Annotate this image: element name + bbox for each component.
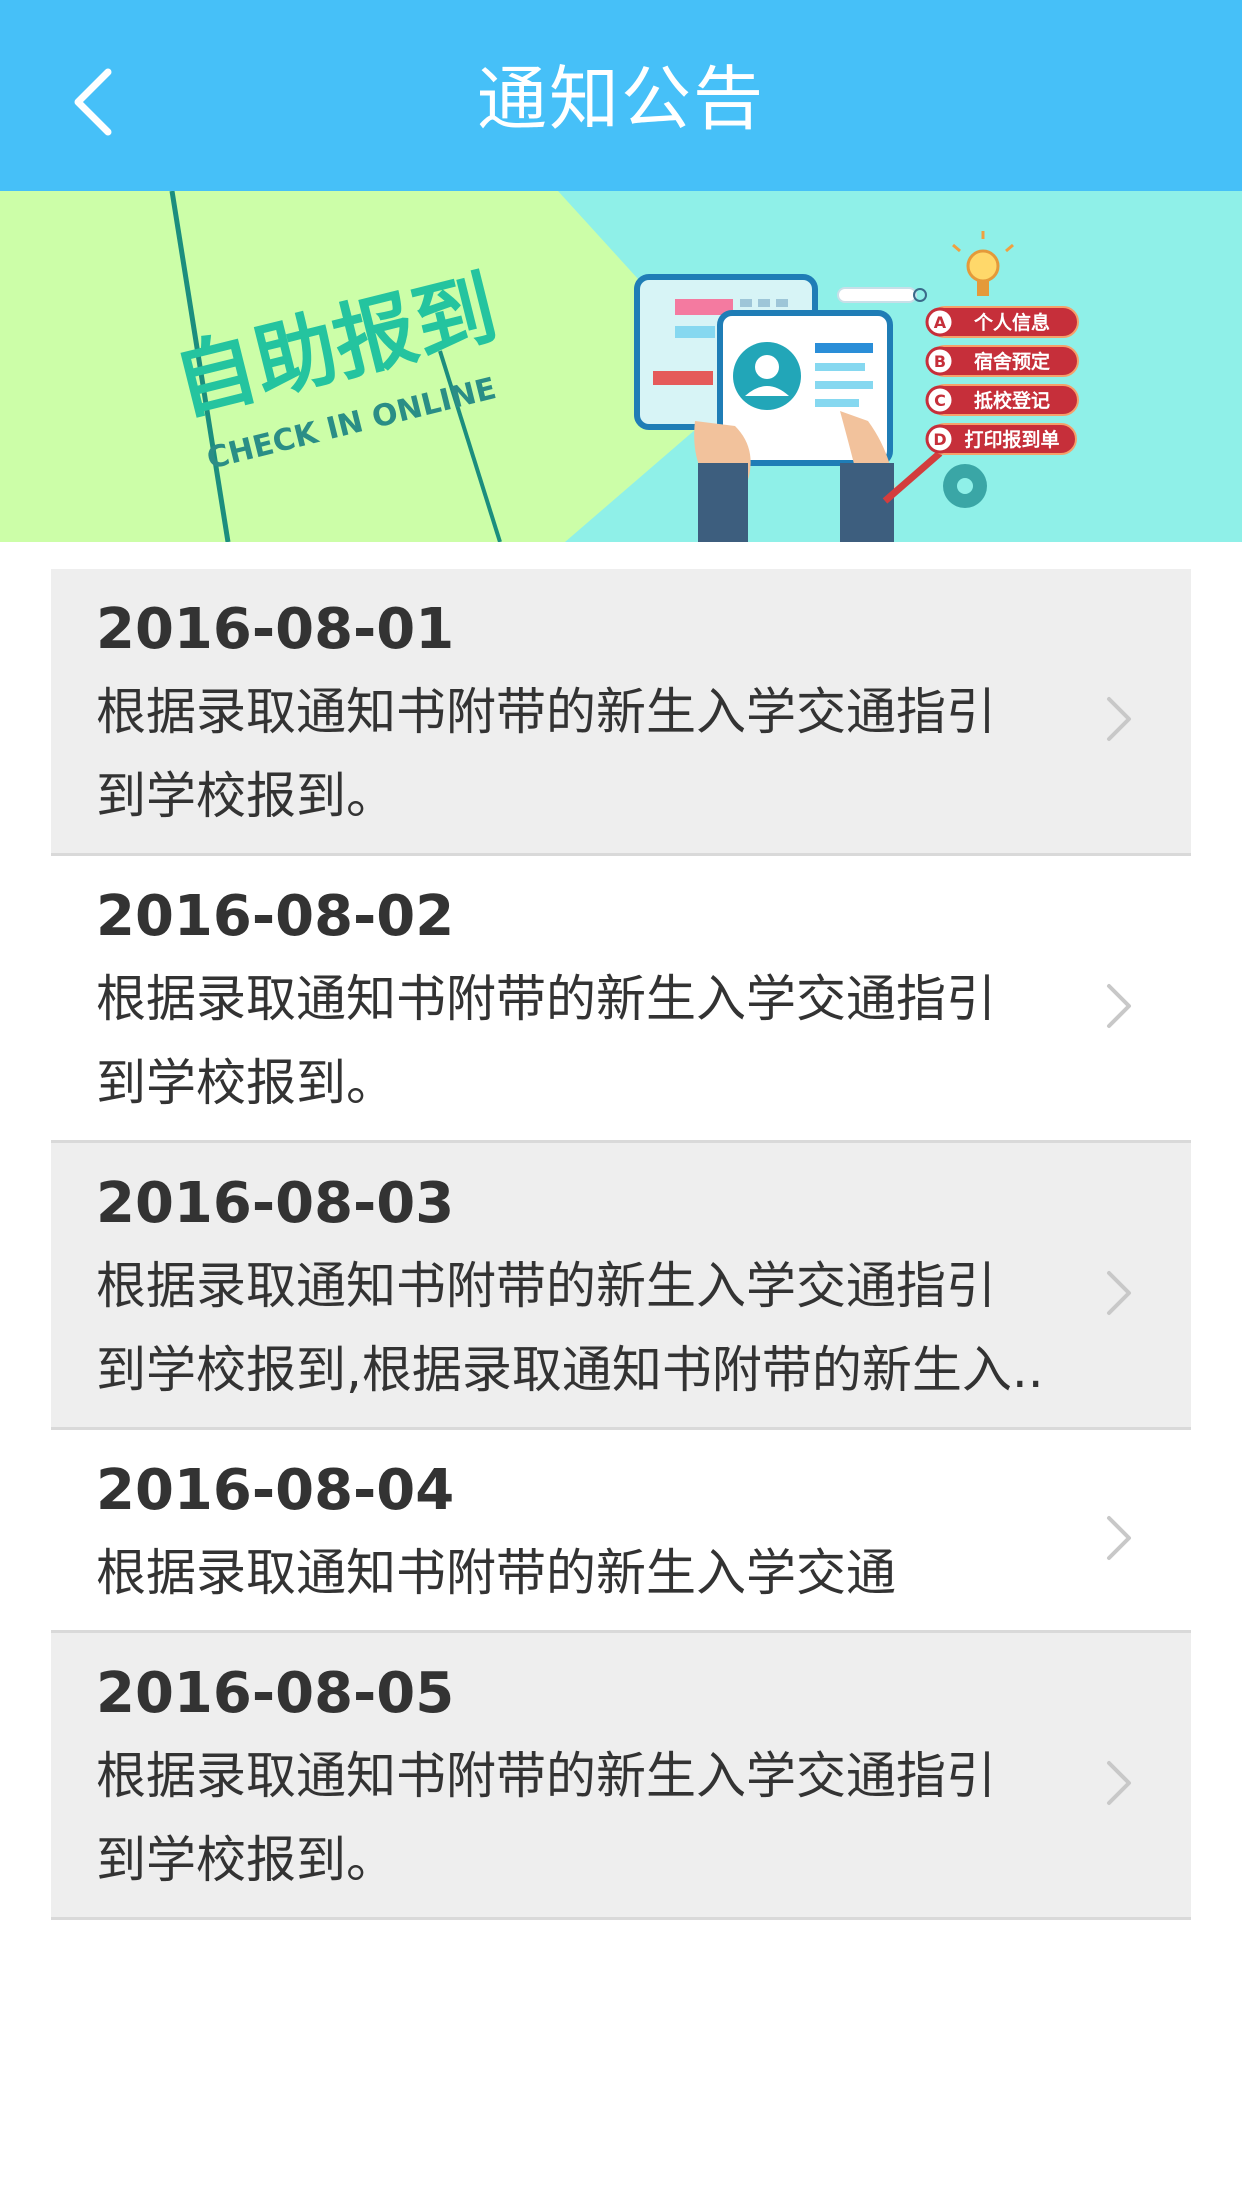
chevron-right-icon (1099, 978, 1139, 1034)
notice-summary-line: 到学校报到。 (96, 1054, 396, 1112)
notice-summary-line: 到学校报到。 (96, 1831, 396, 1889)
banner-step-letter: A (934, 313, 947, 332)
notice-summary: 根据录取通知书附带的新生入学交通 (96, 1531, 1106, 1615)
chevron-right-icon (1099, 691, 1139, 747)
banner-step-label: 打印报到单 (964, 428, 1059, 451)
chevron-right-icon (1099, 1265, 1139, 1321)
banner-step-label: 个人信息 (973, 311, 1050, 334)
notice-date: 2016-08-03 (96, 1171, 455, 1236)
banner-step-label: 宿舍预定 (974, 350, 1050, 373)
notice-summary-line: 根据录取通知书附带的新生入学交通指引 (96, 1747, 996, 1805)
page-title: 通知公告 (477, 58, 765, 140)
notice-item[interactable]: 2016-08-05 根据录取通知书附带的新生入学交通指引 到学校报到。 (51, 1633, 1191, 1920)
chevron-right-icon (1099, 1755, 1139, 1811)
notice-item[interactable]: 2016-08-03 根据录取通知书附带的新生入学交通指引 到学校报到,根据录取通知… (51, 1143, 1191, 1430)
notice-summary-line: 根据录取通知书附带的新生入学交通 (96, 1544, 896, 1602)
nav-header: 通知公告 (0, 0, 1242, 191)
notice-summary-line: 到学校报到。 (96, 767, 396, 825)
banner-step-letter: C (934, 391, 946, 410)
notice-summary: 根据录取通知书附带的新生入学交通指引 到学校报到。 (96, 670, 1106, 838)
banner-step: C 抵校登记 (925, 384, 1079, 416)
banner-illustration: 自助报到 CHECK IN ONLINE A 个人信息B 宿舍预定C 抵校登记D… (0, 191, 1242, 542)
notice-item[interactable]: 2016-08-04 根据录取通知书附带的新生入学交通 (51, 1430, 1191, 1633)
notice-summary-line: 根据录取通知书附带的新生入学交通指引 (96, 1257, 996, 1315)
notice-summary: 根据录取通知书附带的新生入学交通指引 到学校报到。 (96, 957, 1106, 1125)
banner-step-label: 抵校登记 (974, 389, 1050, 412)
notice-summary-line: 到学校报到,根据录取通知书附带的新生入.. (96, 1341, 1044, 1399)
notice-list: 2016-08-01 根据录取通知书附带的新生入学交通指引 到学校报到。 2016-0… (51, 569, 1191, 1920)
banner-step-letter: B (934, 352, 946, 371)
notice-date: 2016-08-04 (96, 1458, 455, 1523)
chevron-right-icon (1099, 1510, 1139, 1566)
check-in-banner[interactable]: 自助报到 CHECK IN ONLINE A 个人信息 B 宿舍预定 C 抵校登… (0, 191, 1242, 542)
notice-date: 2016-08-02 (96, 884, 455, 949)
notice-date: 2016-08-05 (96, 1661, 455, 1726)
notice-item[interactable]: 2016-08-01 根据录取通知书附带的新生入学交通指引 到学校报到。 (51, 569, 1191, 856)
banner-step: D 打印报到单 (925, 423, 1077, 455)
notice-date: 2016-08-01 (96, 597, 455, 662)
notice-summary-line: 根据录取通知书附带的新生入学交通指引 (96, 683, 996, 741)
notice-item[interactable]: 2016-08-02 根据录取通知书附带的新生入学交通指引 到学校报到。 (51, 856, 1191, 1143)
banner-step: B 宿舍预定 (925, 345, 1079, 377)
banner-step: A 个人信息 (925, 306, 1079, 338)
notice-summary: 根据录取通知书附带的新生入学交通指引 到学校报到。 (96, 1734, 1106, 1902)
banner-step-letter: D (933, 430, 946, 449)
notice-summary-line: 根据录取通知书附带的新生入学交通指引 (96, 970, 996, 1028)
notice-summary: 根据录取通知书附带的新生入学交通指引 到学校报到,根据录取通知书附带的新生入.. (96, 1244, 1106, 1412)
